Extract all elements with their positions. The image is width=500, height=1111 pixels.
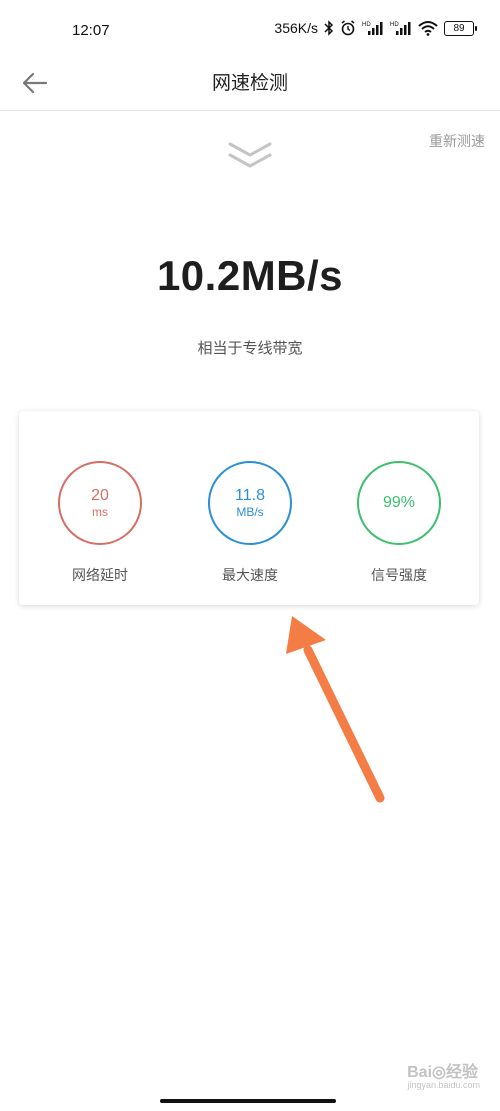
home-indicator[interactable] <box>160 1099 336 1103</box>
retest-button[interactable]: 重新测速 <box>429 131 485 151</box>
latency-unit: ms <box>92 504 108 519</box>
signal-strength-stat: 99% 信号强度 <box>339 461 459 585</box>
bluetooth-icon <box>324 20 334 36</box>
watermark: Bai◎经验 <box>407 1064 478 1081</box>
max-speed-stat: 11.8 MB/s 最大速度 <box>190 461 310 585</box>
latency-label: 网络延时 <box>72 568 128 584</box>
signal-hd-icon: HD <box>362 22 383 35</box>
annotation-arrow-icon <box>286 616 385 803</box>
signal-strength-value: 99% <box>382 494 416 511</box>
status-icons: 356K/s HD HD 89 <box>274 20 477 36</box>
nav-bar: 网速检测 <box>0 56 500 111</box>
svg-text:HD: HD <box>390 22 399 28</box>
network-speed: 356K/s <box>274 20 318 36</box>
svg-text:HD: HD <box>362 22 371 28</box>
double-chevron-down-icon <box>228 142 272 168</box>
signal-hd-icon: HD <box>390 22 411 35</box>
wifi-icon <box>418 21 438 36</box>
watermark-url: jingyan.baidu.com <box>407 1080 480 1090</box>
status-bar: 12:07 356K/s HD HD 89 <box>0 0 500 62</box>
alarm-icon <box>341 20 355 36</box>
battery-icon: 89 <box>444 20 477 36</box>
max-speed-label: 最大速度 <box>222 568 278 584</box>
max-speed-value: 11.8 <box>235 486 265 504</box>
speed-value: 10.2MB/s <box>156 252 344 299</box>
signal-strength-label: 信号强度 <box>371 568 427 584</box>
speed-caption: 相当于专线带宽 <box>197 339 303 357</box>
status-time: 12:07 <box>72 22 110 39</box>
max-speed-unit: MB/s <box>236 504 264 519</box>
stats-card: 20 ms 网络延时 11.8 MB/s 最大速度 99% 信号强度 <box>19 411 479 605</box>
page-title: 网速检测 <box>211 72 288 94</box>
max-speed-circle: 11.8 MB/s <box>208 461 292 545</box>
latency-value: 20 <box>91 486 109 504</box>
latency-circle: 20 ms <box>58 461 142 545</box>
signal-strength-circle: 99% <box>357 461 441 545</box>
latency-stat: 20 ms 网络延时 <box>40 461 160 585</box>
